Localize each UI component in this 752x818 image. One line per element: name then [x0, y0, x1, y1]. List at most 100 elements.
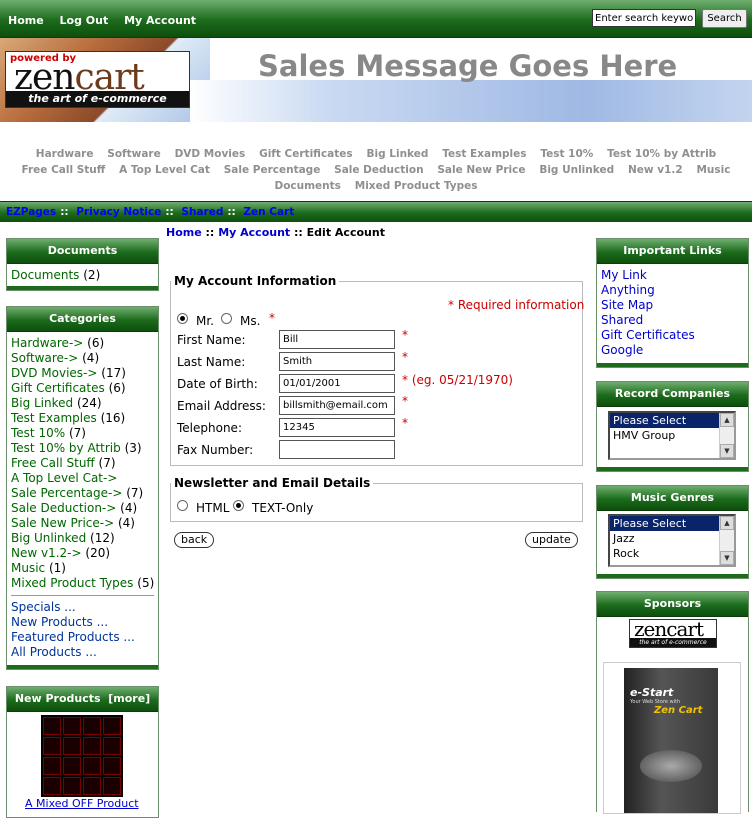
- email-field[interactable]: billsmith@email.com: [279, 396, 395, 415]
- breadcrumb-separator: ::: [205, 226, 215, 239]
- scroll-up-icon[interactable]: ▲: [720, 413, 734, 427]
- category-item[interactable]: DVD Movies-> (17): [11, 366, 158, 381]
- cat-tab-big-linked[interactable]: Big Linked: [367, 148, 429, 160]
- category-item[interactable]: Mixed Product Types (5): [11, 576, 158, 591]
- cat-tab-music[interactable]: Music: [696, 164, 730, 176]
- search-button[interactable]: Search: [702, 9, 747, 28]
- category-item[interactable]: Test 10% by Attrib (3): [11, 441, 158, 456]
- privacy-notice-link[interactable]: Privacy Notice: [76, 206, 161, 218]
- fax-field[interactable]: [279, 440, 395, 459]
- cat-tab-mixed-product-types[interactable]: Mixed Product Types: [355, 180, 478, 192]
- scroll-up-icon[interactable]: ▲: [720, 516, 734, 530]
- cat-tab-software[interactable]: Software: [107, 148, 160, 160]
- new-product-image[interactable]: [41, 715, 123, 797]
- update-button[interactable]: update: [525, 532, 578, 548]
- cat-tab-gift-certificates[interactable]: Gift Certificates: [259, 148, 353, 160]
- sponsors-heading: Sponsors: [597, 592, 748, 617]
- important-link[interactable]: My Link: [601, 268, 748, 283]
- log-out-link[interactable]: Log Out: [60, 14, 109, 27]
- select-option[interactable]: HMV Group: [610, 428, 734, 443]
- category-item[interactable]: Sale Deduction-> (4): [11, 501, 158, 516]
- category-item[interactable]: Big Unlinked (12): [11, 531, 158, 546]
- cat-tab-sale-new-price[interactable]: Sale New Price: [437, 164, 525, 176]
- important-link[interactable]: Gift Certificates: [601, 328, 748, 343]
- account-info-legend: My Account Information: [174, 274, 337, 288]
- mr-radio[interactable]: [177, 313, 188, 324]
- back-button[interactable]: back: [174, 532, 215, 548]
- important-link[interactable]: Shared: [601, 313, 748, 328]
- dob-field[interactable]: 01/01/2001: [279, 374, 395, 393]
- category-item[interactable]: Music (1): [11, 561, 158, 576]
- breadcrumb-separator: ::: [294, 226, 303, 239]
- scroll-down-icon[interactable]: ▼: [720, 444, 734, 458]
- ezpages-link[interactable]: EZPages: [6, 206, 56, 218]
- telephone-label: Telephone:: [177, 421, 242, 435]
- cat-tab-sale-deduction[interactable]: Sale Deduction: [334, 164, 423, 176]
- ms-radio[interactable]: [221, 313, 232, 324]
- documents-item[interactable]: Documents (2): [11, 268, 158, 283]
- product-listing-link[interactable]: Featured Products ...: [11, 630, 158, 645]
- cat-tab-hardware[interactable]: Hardware: [36, 148, 94, 160]
- product-listing-links: Specials ... New Products ... Featured Pro…: [7, 600, 158, 660]
- html-format-radio[interactable]: [177, 500, 188, 511]
- category-item[interactable]: Big Linked (24): [11, 396, 158, 411]
- home-link[interactable]: Home: [8, 14, 44, 27]
- category-item[interactable]: A Top Level Cat->: [11, 471, 158, 486]
- first-name-field[interactable]: Bill: [279, 330, 395, 349]
- product-listing-link[interactable]: All Products ...: [11, 645, 158, 660]
- category-item[interactable]: Test Examples (16): [11, 411, 158, 426]
- scroll-down-icon[interactable]: ▼: [720, 551, 734, 565]
- cat-tab-top-level-cat[interactable]: A Top Level Cat: [119, 164, 210, 176]
- sponsor-book-image[interactable]: e-Start Your Web Store with Zen Cart: [603, 662, 741, 814]
- important-link[interactable]: Site Map: [601, 298, 748, 313]
- category-item[interactable]: Software-> (4): [11, 351, 158, 366]
- select-scrollbar[interactable]: ▲ ▼: [719, 413, 734, 458]
- new-products-more-link[interactable]: [more]: [108, 692, 150, 705]
- cat-tab-test-examples[interactable]: Test Examples: [442, 148, 526, 160]
- zen-cart-link[interactable]: Zen Cart: [243, 206, 294, 218]
- cat-tab-sale-percentage[interactable]: Sale Percentage: [224, 164, 321, 176]
- category-item[interactable]: Gift Certificates (6): [11, 381, 158, 396]
- category-item[interactable]: Test 10% (7): [11, 426, 158, 441]
- select-option[interactable]: Please Select: [610, 516, 734, 531]
- cat-tab-test-10[interactable]: Test 10%: [540, 148, 593, 160]
- product-listing-link[interactable]: Specials ...: [11, 600, 158, 615]
- category-tabs-menu: Hardware Software DVD Movies Gift Certif…: [0, 146, 752, 194]
- last-name-field[interactable]: Smith: [279, 352, 395, 371]
- text-format-radio[interactable]: [233, 500, 244, 511]
- select-scrollbar[interactable]: ▲ ▼: [719, 516, 734, 565]
- cat-tab-test-10-attrib[interactable]: Test 10% by Attrib: [607, 148, 716, 160]
- category-item[interactable]: Hardware-> (6): [11, 336, 158, 351]
- music-genres-select[interactable]: Please Select Jazz Rock ▲ ▼: [608, 514, 736, 567]
- category-item[interactable]: New v1.2-> (20): [11, 546, 158, 561]
- select-option[interactable]: Jazz: [610, 531, 734, 546]
- breadcrumb-home[interactable]: Home: [166, 226, 202, 239]
- breadcrumb-my-account[interactable]: My Account: [218, 226, 290, 239]
- cat-tab-new-v12[interactable]: New v1.2: [628, 164, 683, 176]
- my-account-link[interactable]: My Account: [124, 14, 196, 27]
- category-item[interactable]: Sale New Price-> (4): [11, 516, 158, 531]
- ms-label: Ms.: [240, 314, 261, 328]
- category-tabs-row: Free Call Stuff A Top Level Cat Sale Per…: [0, 162, 752, 178]
- product-listing-link[interactable]: New Products ...: [11, 615, 158, 630]
- search-input[interactable]: [592, 9, 696, 27]
- cat-tab-big-unlinked[interactable]: Big Unlinked: [539, 164, 614, 176]
- new-product-link[interactable]: A Mixed OFF Product: [25, 797, 139, 810]
- zen-cart-logo[interactable]: powered by zencart the art of e-commerce: [5, 51, 190, 108]
- important-link[interactable]: Anything: [601, 283, 748, 298]
- important-link[interactable]: Google: [601, 343, 748, 358]
- telephone-field[interactable]: 12345: [279, 418, 395, 437]
- top-navigation-bar: Home Log Out My Account Search: [0, 0, 752, 38]
- select-option[interactable]: Please Select: [610, 413, 734, 428]
- cat-tab-free-call-stuff[interactable]: Free Call Stuff: [22, 164, 106, 176]
- cat-tab-documents[interactable]: Documents: [274, 180, 340, 192]
- record-companies-select[interactable]: Please Select HMV Group ▲ ▼: [608, 411, 736, 460]
- shared-link[interactable]: Shared: [181, 206, 223, 218]
- last-name-required: *: [402, 350, 408, 364]
- music-genres-heading: Music Genres: [597, 486, 748, 511]
- category-item[interactable]: Sale Percentage-> (7): [11, 486, 158, 501]
- category-item[interactable]: Free Call Stuff (7): [11, 456, 158, 471]
- sponsor-zencart-logo[interactable]: zencart the art of e-commerce: [629, 617, 717, 648]
- select-option[interactable]: Rock: [610, 546, 734, 561]
- cat-tab-dvd-movies[interactable]: DVD Movies: [175, 148, 246, 160]
